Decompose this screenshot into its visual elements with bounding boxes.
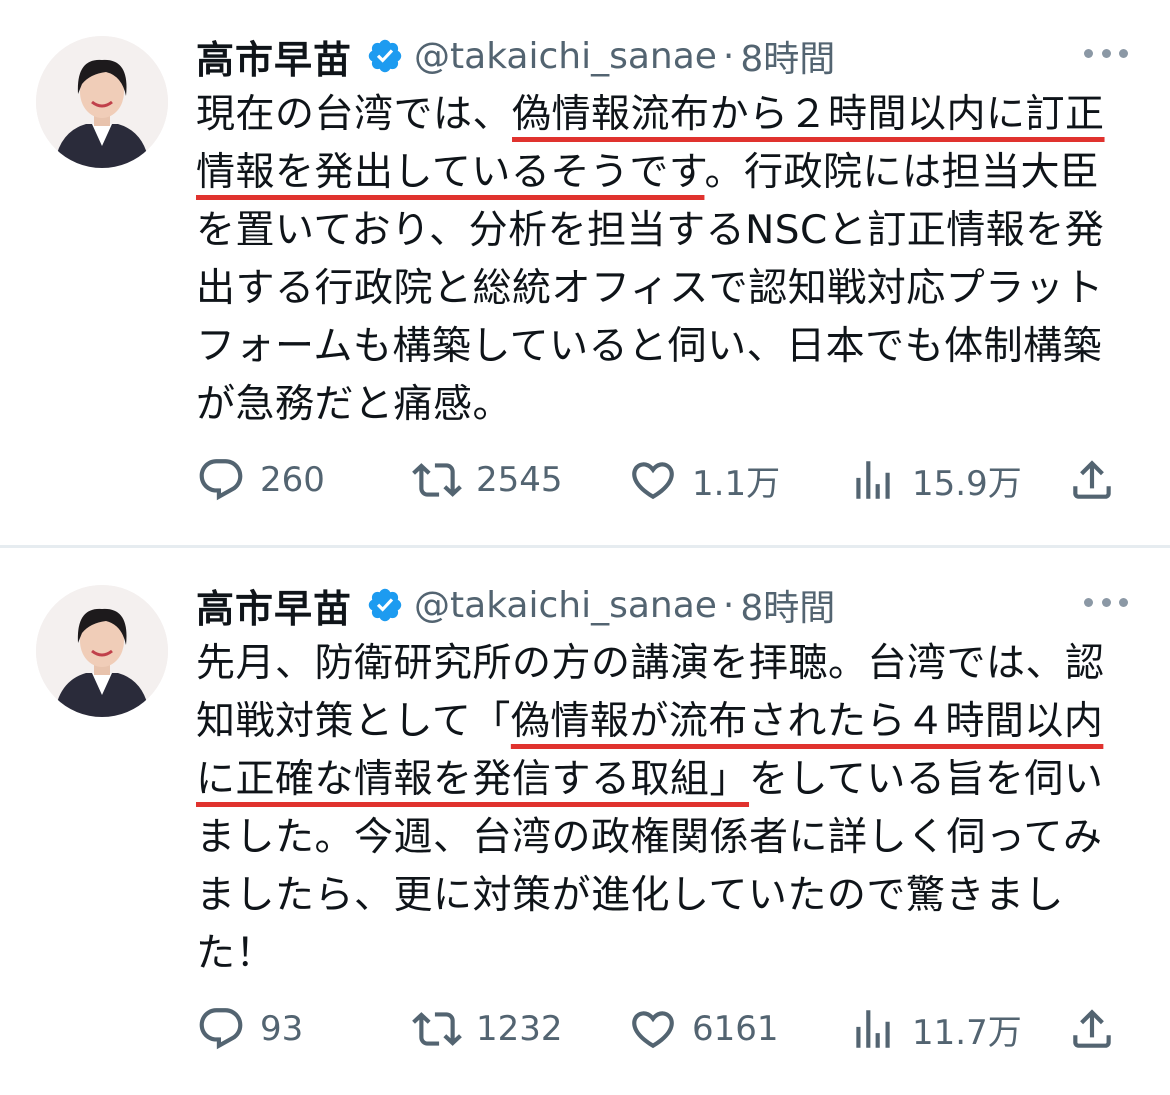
reply-icon xyxy=(199,1008,243,1050)
tweet-text: 先月、防衛研究所の方の講演を拝聴。台湾では、認知戦対策として「偽情報が流布された… xyxy=(196,635,1131,983)
views-button[interactable]: 11.7万 xyxy=(848,1001,1022,1057)
action-bar: 93 1232 6161 11.7万 xyxy=(196,1001,1131,1057)
retweet-icon xyxy=(412,1012,462,1046)
reply-count: 260 xyxy=(260,460,325,500)
text-segment: 現在の台湾では、 xyxy=(196,92,513,137)
timestamp[interactable]: 8時間 xyxy=(740,579,835,631)
tweet-header: 高市早苗 @takaichi_sanae · 8時間 xyxy=(196,577,835,633)
like-count: 6161 xyxy=(692,1009,779,1049)
heart-icon xyxy=(632,462,674,500)
retweet-count: 1232 xyxy=(476,1009,563,1049)
retweet-icon xyxy=(412,463,462,497)
share-button[interactable] xyxy=(1067,452,1131,508)
avatar[interactable] xyxy=(36,36,168,168)
share-icon xyxy=(1073,460,1111,499)
verified-badge-icon xyxy=(366,37,404,75)
views-chart-icon xyxy=(856,461,890,499)
retweet-button[interactable]: 1232 xyxy=(412,1001,563,1057)
heart-icon xyxy=(632,1011,674,1049)
handle[interactable]: @takaichi_sanae xyxy=(414,36,717,77)
display-name[interactable]: 高市早苗 xyxy=(196,578,352,633)
views-chart-icon xyxy=(856,1010,890,1048)
tweet[interactable]: 高市早苗 @takaichi_sanae · 8時間 現在の台湾では、偽情報流布… xyxy=(0,0,1170,545)
share-button[interactable] xyxy=(1067,1001,1131,1057)
handle[interactable]: @takaichi_sanae xyxy=(414,585,717,626)
tweet-header: 高市早苗 @takaichi_sanae · 8時間 xyxy=(196,28,835,84)
reply-button[interactable]: 93 xyxy=(196,1001,303,1057)
retweet-button[interactable]: 2545 xyxy=(412,452,563,508)
tweet-divider xyxy=(0,545,1170,548)
like-button[interactable]: 1.1万 xyxy=(628,452,780,508)
views-count: 11.7万 xyxy=(912,1012,1022,1053)
like-count: 1.1万 xyxy=(692,463,781,504)
tweet[interactable]: 高市早苗 @takaichi_sanae · 8時間 先月、防衛研究所の方の講演… xyxy=(0,549,1170,1095)
share-icon xyxy=(1073,1009,1111,1048)
tweet-text: 現在の台湾では、偽情報流布から２時間以内に訂正情報を発出しているそうです。行政院… xyxy=(196,86,1131,434)
views-button[interactable]: 15.9万 xyxy=(848,452,1022,508)
more-dots-icon[interactable] xyxy=(1084,587,1128,617)
separator-dot: · xyxy=(722,584,735,626)
views-count: 15.9万 xyxy=(912,463,1022,504)
retweet-count: 2545 xyxy=(476,460,563,500)
display-name[interactable]: 高市早苗 xyxy=(196,29,352,84)
avatar-portrait-icon xyxy=(36,36,168,168)
more-dots-icon[interactable] xyxy=(1084,38,1128,68)
verified-badge-icon xyxy=(366,586,404,624)
separator-dot: · xyxy=(722,35,735,77)
avatar[interactable] xyxy=(36,585,168,717)
reply-count: 93 xyxy=(260,1009,304,1049)
action-bar: 260 2545 1.1万 15.9万 xyxy=(196,452,1131,508)
reply-icon xyxy=(199,459,243,501)
timestamp[interactable]: 8時間 xyxy=(740,30,835,82)
like-button[interactable]: 6161 xyxy=(628,1001,779,1057)
avatar-portrait-icon xyxy=(36,585,168,717)
reply-button[interactable]: 260 xyxy=(196,452,325,508)
